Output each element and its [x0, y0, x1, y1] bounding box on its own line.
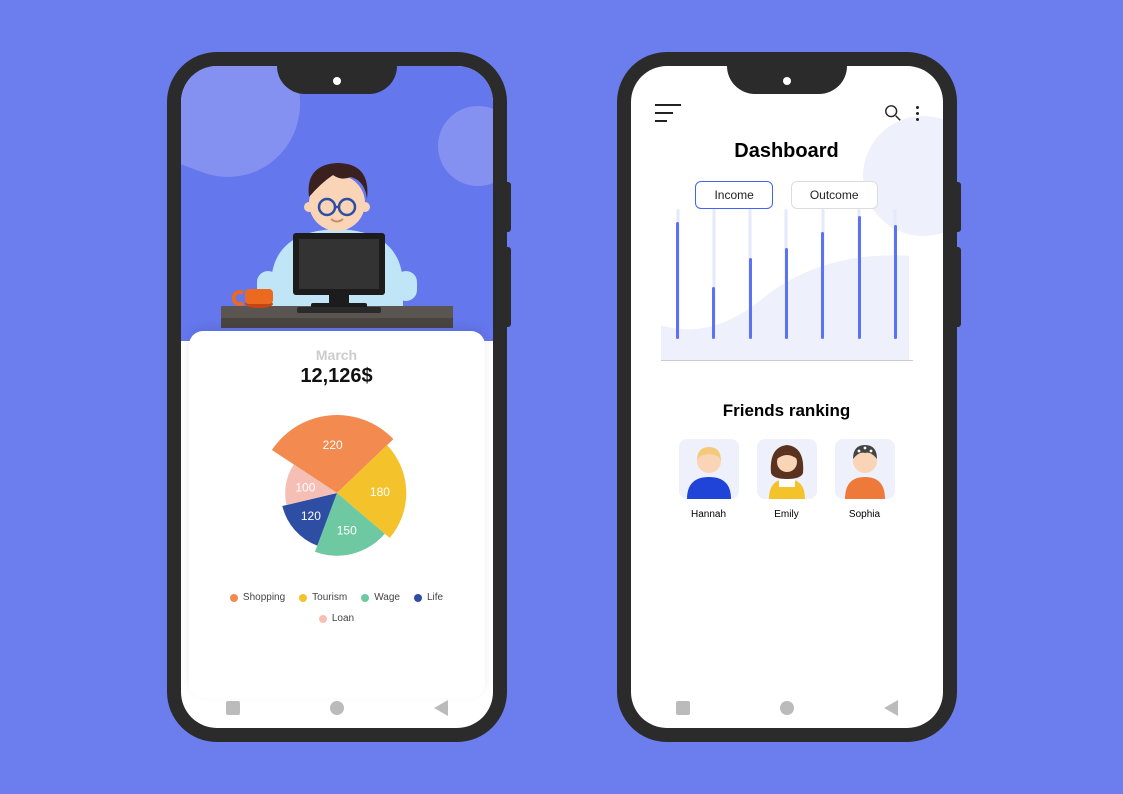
bar[interactable]: [749, 258, 752, 339]
bar-col-we: WE: [737, 209, 763, 360]
bar-col-sa: SA: [846, 209, 872, 360]
notch: [727, 66, 847, 94]
pie-value-label: 100: [295, 480, 315, 494]
avatar: [835, 439, 895, 499]
bar[interactable]: [894, 225, 897, 339]
bar-col-su: SU: [882, 209, 908, 360]
avatar: [757, 439, 817, 499]
bar[interactable]: [785, 248, 788, 339]
legend-label: Wage: [374, 592, 400, 603]
pie-value-label: 220: [322, 438, 342, 452]
tab-income[interactable]: Income: [695, 181, 772, 209]
legend-dot-icon: [414, 594, 422, 602]
android-navbar: [631, 694, 943, 722]
pie-value-label: 120: [300, 509, 320, 523]
avatar: [679, 439, 739, 499]
amount-value: 12,126$: [189, 365, 485, 388]
friend-name-label: Emily: [774, 509, 798, 520]
bar-label: FR: [816, 349, 829, 360]
more-icon[interactable]: [916, 106, 919, 121]
notch: [277, 66, 397, 94]
pie-value-label: 180: [369, 485, 389, 499]
bar-col-th: TH: [773, 209, 799, 360]
android-navbar: [181, 694, 493, 722]
friend-emily[interactable]: Emily: [757, 439, 817, 520]
screen-right: Dashboard Income Outcome MOTUWETHFRSASU …: [631, 66, 943, 728]
friend-hannah[interactable]: Hannah: [679, 439, 739, 520]
screen-left: March 12,126$ 220 180 150 120 100 Shopping To…: [181, 66, 493, 728]
bar-label: SU: [889, 349, 903, 360]
side-button: [507, 247, 511, 327]
legend-item-loan[interactable]: Loan: [319, 613, 354, 624]
legend-dot-icon: [361, 594, 369, 602]
side-button: [957, 247, 961, 327]
nav-home-icon[interactable]: [780, 701, 794, 715]
bar[interactable]: [712, 287, 715, 339]
bar-label: TU: [707, 349, 720, 360]
phone-frame-right: Dashboard Income Outcome MOTUWETHFRSASU …: [617, 52, 957, 742]
weekly-bar-chart: MO TU WE TH FR SA SU: [661, 231, 913, 361]
legend-item-wage[interactable]: Wage: [361, 592, 400, 603]
bar[interactable]: [676, 222, 679, 339]
income-outcome-toggle: Income Outcome: [631, 181, 943, 209]
tab-outcome[interactable]: Outcome: [791, 181, 878, 209]
bar-col-mo: MO: [665, 209, 691, 360]
friend-sophia[interactable]: Sophia: [835, 439, 895, 520]
menu-icon[interactable]: [655, 104, 681, 122]
legend-dot-icon: [299, 594, 307, 602]
legend-item-shopping[interactable]: Shopping: [230, 592, 285, 603]
legend-label: Tourism: [312, 592, 347, 603]
friends-row: Hannah Emily Sophia: [631, 439, 943, 520]
hero-illustration: [181, 66, 493, 341]
side-button: [507, 182, 511, 232]
legend-label: Life: [427, 592, 443, 603]
side-button: [957, 182, 961, 232]
legend-label: Loan: [332, 613, 354, 624]
bar-label: TH: [780, 349, 793, 360]
legend-dot-icon: [230, 594, 238, 602]
pie-legend: Shopping Tourism Wage Life Loan: [189, 578, 485, 624]
pie-value-label: 150: [336, 524, 356, 538]
nav-recent-icon[interactable]: [676, 701, 690, 715]
legend-dot-icon: [319, 615, 327, 623]
search-icon[interactable]: [884, 104, 902, 122]
nav-recent-icon[interactable]: [226, 701, 240, 715]
friends-title: Friends ranking: [631, 401, 943, 421]
legend-item-tourism[interactable]: Tourism: [299, 592, 347, 603]
person-at-desk-illustration: [181, 111, 493, 341]
friend-name-label: Hannah: [691, 509, 726, 520]
legend-label: Shopping: [243, 592, 285, 603]
nav-back-icon[interactable]: [884, 700, 898, 716]
pie-chart: 220 180 150 120 100: [189, 408, 485, 578]
friend-name-label: Sophia: [849, 509, 880, 520]
bar-label: SA: [852, 349, 865, 360]
bar[interactable]: [858, 216, 861, 340]
bar[interactable]: [821, 232, 824, 339]
month-label: March: [189, 347, 485, 363]
nav-back-icon[interactable]: [434, 700, 448, 716]
legend-item-life[interactable]: Life: [414, 592, 443, 603]
page-title: Dashboard: [631, 140, 943, 163]
summary-card: March 12,126$ 220 180 150 120 100 Shopping To…: [189, 331, 485, 698]
bar-col-fr: FR: [810, 209, 836, 360]
bar-col-tu: TU: [701, 209, 727, 360]
bar-label: WE: [742, 349, 758, 360]
bar-label: MO: [669, 349, 685, 360]
nav-home-icon[interactable]: [330, 701, 344, 715]
phone-frame-left: March 12,126$ 220 180 150 120 100 Shopping To…: [167, 52, 507, 742]
